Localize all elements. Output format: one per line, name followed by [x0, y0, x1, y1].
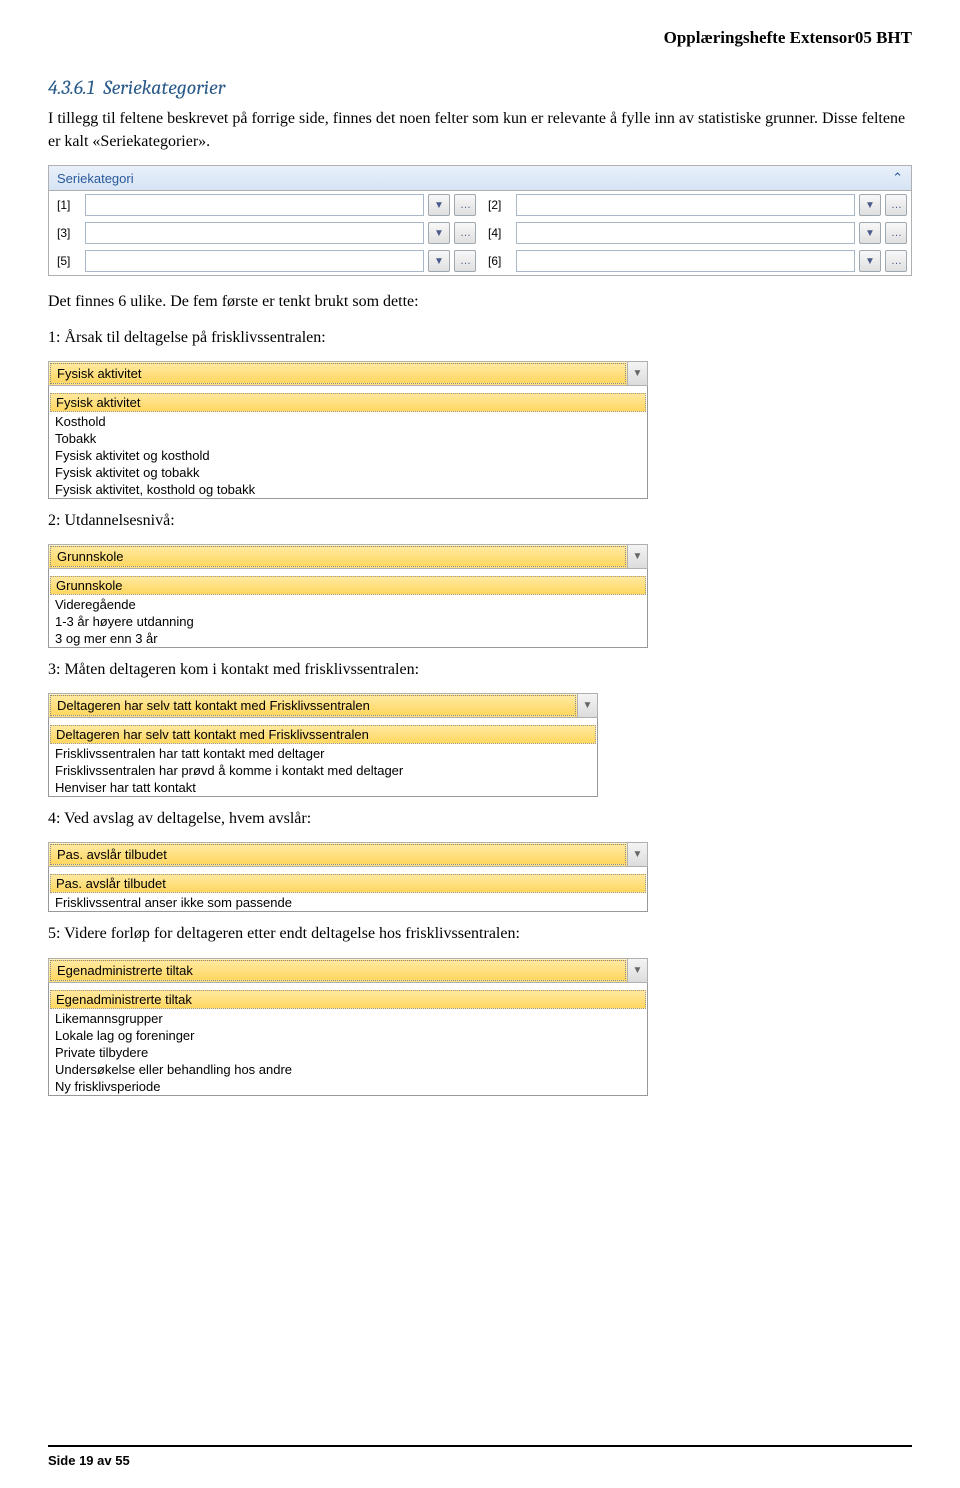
- combo5-label: 5: Videre forløp for deltageren etter en…: [48, 922, 912, 945]
- browse-button[interactable]: …: [454, 194, 476, 216]
- collapse-icon[interactable]: ⌃: [892, 170, 903, 186]
- combo5-selected-text: Egenadministrerte tiltak: [50, 960, 626, 981]
- chevron-down-icon[interactable]: ▼: [577, 694, 597, 717]
- list-item[interactable]: Pas. avslår tilbudet: [50, 874, 646, 893]
- combo3-selected-text: Deltageren har selv tatt kontakt med Fri…: [50, 695, 576, 716]
- list-item[interactable]: Undersøkelse eller behandling hos andre: [49, 1061, 647, 1078]
- dropdown-button[interactable]: ▼: [859, 250, 881, 272]
- field-input-3[interactable]: [85, 222, 424, 244]
- list-item[interactable]: Ny frisklivsperiode: [49, 1078, 647, 1095]
- dropdown-button[interactable]: ▼: [428, 250, 450, 272]
- dropdown-button[interactable]: ▼: [859, 222, 881, 244]
- list-item[interactable]: Videregående: [49, 596, 647, 613]
- combo1-list: Fysisk aktivitet Kosthold Tobakk Fysisk …: [48, 386, 648, 499]
- browse-button[interactable]: …: [885, 222, 907, 244]
- seriekategori-panel: Seriekategori ⌃ [1] ▼ … [2] ▼ … [3] ▼ …: [48, 165, 912, 276]
- field-input-2[interactable]: [516, 194, 855, 216]
- chevron-down-icon[interactable]: ▼: [627, 545, 647, 568]
- combo3-selected[interactable]: Deltageren har selv tatt kontakt med Fri…: [48, 693, 598, 718]
- list-item[interactable]: Likemannsgrupper: [49, 1010, 647, 1027]
- list-item[interactable]: Egenadministrerte tiltak: [50, 990, 646, 1009]
- field-label: [3]: [53, 226, 81, 240]
- list-item[interactable]: Fysisk aktivitet: [50, 393, 646, 412]
- field-label: [6]: [484, 254, 512, 268]
- combo1-selected-text: Fysisk aktivitet: [50, 363, 626, 384]
- combo3-list: Deltageren har selv tatt kontakt med Fri…: [48, 718, 598, 797]
- combo5-list: Egenadministrerte tiltak Likemannsgruppe…: [48, 983, 648, 1096]
- field-input-1[interactable]: [85, 194, 424, 216]
- page-footer: Side 19 av 55: [48, 1445, 912, 1468]
- combo3-label: 3: Måten deltageren kom i kontakt med fr…: [48, 658, 912, 681]
- combo2-selected[interactable]: Grunnskole ▼: [48, 544, 648, 569]
- list-item[interactable]: Tobakk: [49, 430, 647, 447]
- field-input-6[interactable]: [516, 250, 855, 272]
- dropdown-button[interactable]: ▼: [428, 222, 450, 244]
- combo4-selected-text: Pas. avslår tilbudet: [50, 844, 626, 865]
- browse-button[interactable]: …: [885, 194, 907, 216]
- list-item[interactable]: Frisklivssentralen har prøvd å komme i k…: [49, 762, 597, 779]
- field-input-5[interactable]: [85, 250, 424, 272]
- panel-header[interactable]: Seriekategori ⌃: [49, 166, 911, 191]
- section-title: Seriekategorier: [103, 76, 225, 99]
- list-item[interactable]: Kosthold: [49, 413, 647, 430]
- section-heading: 4.3.6.1 Seriekategorier: [48, 76, 912, 99]
- list-item[interactable]: 3 og mer enn 3 år: [49, 630, 647, 647]
- chevron-down-icon[interactable]: ▼: [627, 959, 647, 982]
- browse-button[interactable]: …: [454, 222, 476, 244]
- page-header: Opplæringshefte Extensor05 BHT: [48, 28, 912, 48]
- list-item[interactable]: Fysisk aktivitet og kosthold: [49, 447, 647, 464]
- browse-button[interactable]: …: [885, 250, 907, 272]
- combo2-label: 2: Utdannelsesnivå:: [48, 509, 912, 532]
- field-label: [4]: [484, 226, 512, 240]
- list-item[interactable]: Private tilbydere: [49, 1044, 647, 1061]
- field-input-4[interactable]: [516, 222, 855, 244]
- chevron-down-icon[interactable]: ▼: [627, 362, 647, 385]
- intro-paragraph-2: Det finnes 6 ulike. De fem første er ten…: [48, 290, 912, 313]
- field-label: [5]: [53, 254, 81, 268]
- combo1-selected[interactable]: Fysisk aktivitet ▼: [48, 361, 648, 386]
- list-item[interactable]: Grunnskole: [50, 576, 646, 595]
- dropdown-button[interactable]: ▼: [859, 194, 881, 216]
- combo4-selected[interactable]: Pas. avslår tilbudet ▼: [48, 842, 648, 867]
- combo1-label: 1: Årsak til deltagelse på frisklivssent…: [48, 326, 912, 349]
- list-item[interactable]: Lokale lag og foreninger: [49, 1027, 647, 1044]
- list-item[interactable]: Frisklivssentral anser ikke som passende: [49, 894, 647, 911]
- combo2-selected-text: Grunnskole: [50, 546, 626, 567]
- dropdown-button[interactable]: ▼: [428, 194, 450, 216]
- combo4-list: Pas. avslår tilbudet Frisklivssentral an…: [48, 867, 648, 912]
- section-number: 4.3.6.1: [48, 76, 95, 99]
- combo4-label: 4: Ved avslag av deltagelse, hvem avslår…: [48, 807, 912, 830]
- list-item[interactable]: Frisklivssentralen har tatt kontakt med …: [49, 745, 597, 762]
- list-item[interactable]: Deltageren har selv tatt kontakt med Fri…: [50, 725, 596, 744]
- list-item[interactable]: 1-3 år høyere utdanning: [49, 613, 647, 630]
- panel-title: Seriekategori: [57, 171, 134, 186]
- list-item[interactable]: Henviser har tatt kontakt: [49, 779, 597, 796]
- combo5-selected[interactable]: Egenadministrerte tiltak ▼: [48, 958, 648, 983]
- list-item[interactable]: Fysisk aktivitet, kosthold og tobakk: [49, 481, 647, 498]
- list-item[interactable]: Fysisk aktivitet og tobakk: [49, 464, 647, 481]
- field-label: [2]: [484, 198, 512, 212]
- field-label: [1]: [53, 198, 81, 212]
- combo2-list: Grunnskole Videregående 1-3 år høyere ut…: [48, 569, 648, 648]
- browse-button[interactable]: …: [454, 250, 476, 272]
- chevron-down-icon[interactable]: ▼: [627, 843, 647, 866]
- intro-paragraph-1: I tillegg til feltene beskrevet på forri…: [48, 107, 912, 153]
